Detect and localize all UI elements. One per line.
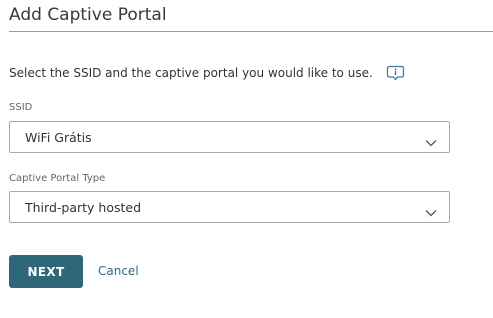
ssid-select[interactable]: WiFi Grátis <box>9 121 450 153</box>
ssid-selected-value: WiFi Grátis <box>25 130 92 145</box>
page-title: Add Captive Portal <box>9 5 167 25</box>
ssid-label: SSID <box>9 102 33 113</box>
portal-type-selected-value: Third-party hosted <box>25 200 142 215</box>
instruction-text: Select the SSID and the captive portal y… <box>9 66 373 80</box>
portal-type-select[interactable]: Third-party hosted <box>9 191 450 223</box>
chevron-down-icon <box>425 202 437 217</box>
cancel-link[interactable]: Cancel <box>98 264 139 278</box>
info-icon[interactable] <box>386 65 405 81</box>
chevron-down-icon <box>425 132 437 147</box>
portal-type-label: Captive Portal Type <box>9 173 106 184</box>
instruction-row: Select the SSID and the captive portal y… <box>9 65 405 81</box>
next-button[interactable]: NEXT <box>9 255 83 288</box>
title-divider <box>9 31 493 32</box>
